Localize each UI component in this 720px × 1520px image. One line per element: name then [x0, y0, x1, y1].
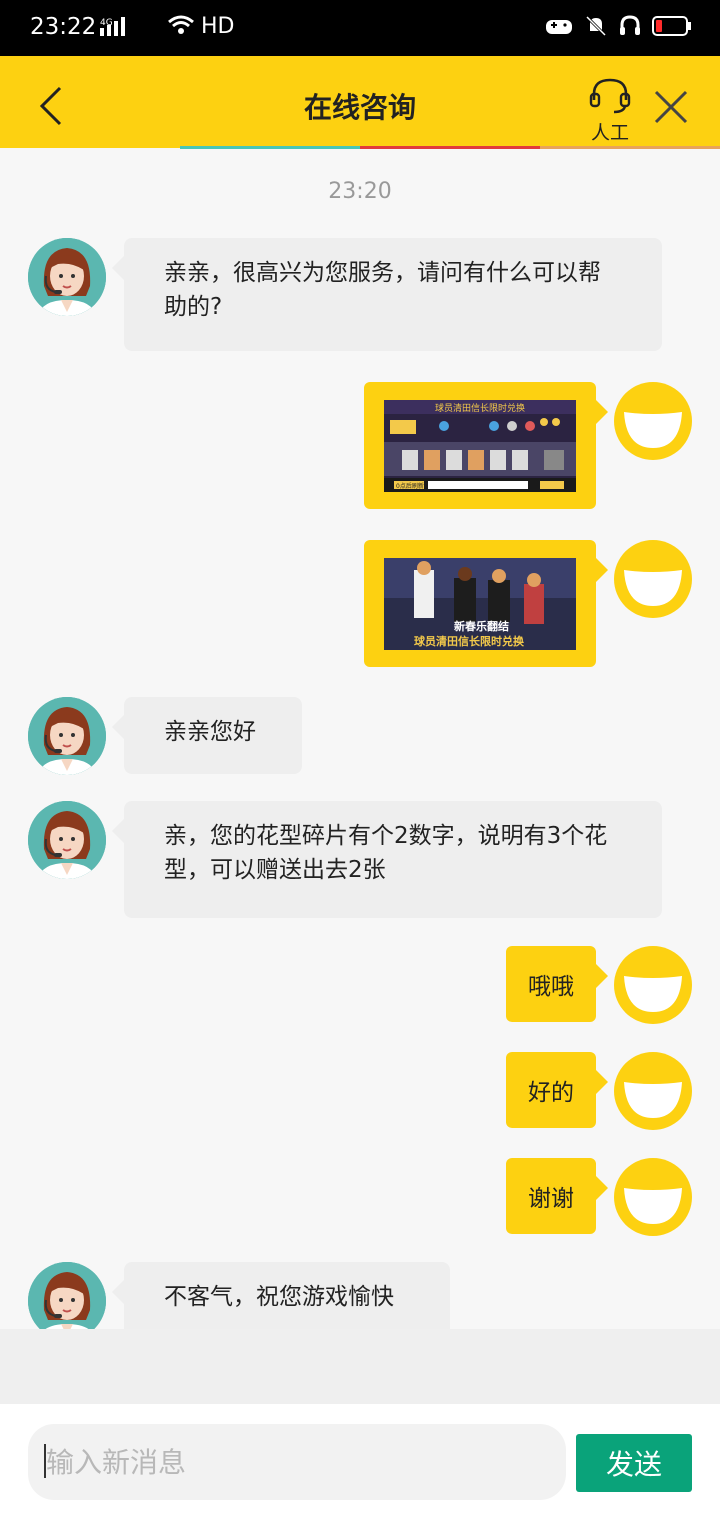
message-timestamp: 23:20 [328, 179, 392, 204]
user-message-bubble: 哦哦 [506, 946, 608, 1022]
close-icon [654, 90, 688, 124]
user-message-bubble: 谢谢 [506, 1158, 608, 1234]
agent-avatar-icon [28, 697, 106, 775]
user-message-bubble: 好的 [506, 1052, 608, 1128]
agent-message-bubble: 亲，您的花型碎片有个2数字，说明有3个花型，可以赠送出去2张 [112, 801, 662, 918]
agent-avatar-icon [28, 1262, 106, 1329]
battery-icon [652, 16, 691, 36]
headphone-icon [620, 15, 640, 35]
agent-message-bubble: 亲亲，很高兴为您服务，请问有什么可以帮助的? [112, 238, 662, 351]
chat-footer-space [0, 1329, 720, 1404]
message-input[interactable] [28, 1424, 566, 1500]
smiley-avatar-icon [624, 412, 682, 448]
status-bar: 23:22 4G HD [0, 0, 720, 56]
img1-banner-text: 球员清田信长限时兑换 [435, 402, 525, 414]
send-button[interactable]: 发送 [576, 1434, 692, 1492]
user-image-bubble[interactable]: 新春乐翻结 球员清田信长限时兑换 [364, 540, 608, 667]
smiley-avatar-icon [624, 1188, 682, 1224]
agent-avatar [28, 1262, 106, 1329]
close-button[interactable] [652, 88, 690, 130]
headset-icon [589, 78, 631, 114]
agent-message-text: 亲亲您好 [164, 719, 256, 745]
agent-avatar-icon [28, 801, 106, 879]
agent-avatar [28, 238, 106, 316]
user-avatar [614, 540, 692, 618]
user-avatar [614, 1158, 692, 1236]
agent-message-text: 亲亲，很高兴为您服务，请问有什么可以帮助的? [164, 260, 601, 320]
agent-message-bubble: 亲亲您好 [112, 697, 302, 774]
user-avatar [614, 1052, 692, 1130]
signal-icon: 4G [100, 16, 130, 46]
game-screenshot-exchange-icon: 球员清田信长限时兑换 0点后刷新 [384, 399, 576, 492]
human-agent-button[interactable]: 人工 [586, 76, 634, 145]
user-message-text: 好的 [528, 1080, 574, 1106]
img2-line1-text: 新春乐翻结 [454, 619, 509, 633]
img2-line2-text: 球员清田信长限时兑换 [414, 634, 525, 648]
agent-avatar [28, 801, 106, 879]
user-image-bubble[interactable]: 球员清田信长限时兑换 0点后刷新 [364, 382, 608, 509]
user-message-text: 哦哦 [528, 974, 574, 1000]
game-banner-icon: 新春乐翻结 球员清田信长限时兑换 [384, 557, 576, 650]
smiley-avatar-icon [624, 976, 682, 1012]
agent-avatar-icon [28, 238, 106, 316]
human-agent-label: 人工 [590, 122, 629, 144]
chat-area[interactable]: 23:20 亲亲，很高兴为您服务，请问有什么可以帮助的? 球员清田信长限时兑换 [0, 149, 720, 1329]
agent-message-text: 亲，您的花型碎片有个2数字，说明有3个花型，可以赠送出去2张 [164, 823, 608, 883]
img1-footer-text: 0点后刷新 [396, 482, 424, 490]
status-icons [544, 14, 692, 38]
agent-message-bubble: 不客气，祝您游戏愉快 [112, 1262, 450, 1329]
user-avatar [614, 946, 692, 1024]
input-bar: 发送 [0, 1404, 720, 1520]
text-cursor [44, 1444, 46, 1478]
wifi-hd: HD [168, 14, 234, 39]
hd-label: HD [201, 14, 235, 39]
user-avatar [614, 382, 692, 460]
agent-avatar [28, 697, 106, 775]
smiley-avatar-icon [624, 1082, 682, 1118]
user-message-text: 谢谢 [528, 1186, 574, 1212]
gamepad-icon [546, 20, 572, 34]
wifi-icon [168, 15, 194, 34]
mute-bell-icon [585, 15, 607, 37]
agent-message-text: 不客气，祝您游戏愉快 [164, 1284, 394, 1310]
smiley-avatar-icon [624, 570, 682, 606]
status-time: 23:22 [30, 14, 97, 40]
header: 在线咨询 人工 [0, 56, 720, 148]
